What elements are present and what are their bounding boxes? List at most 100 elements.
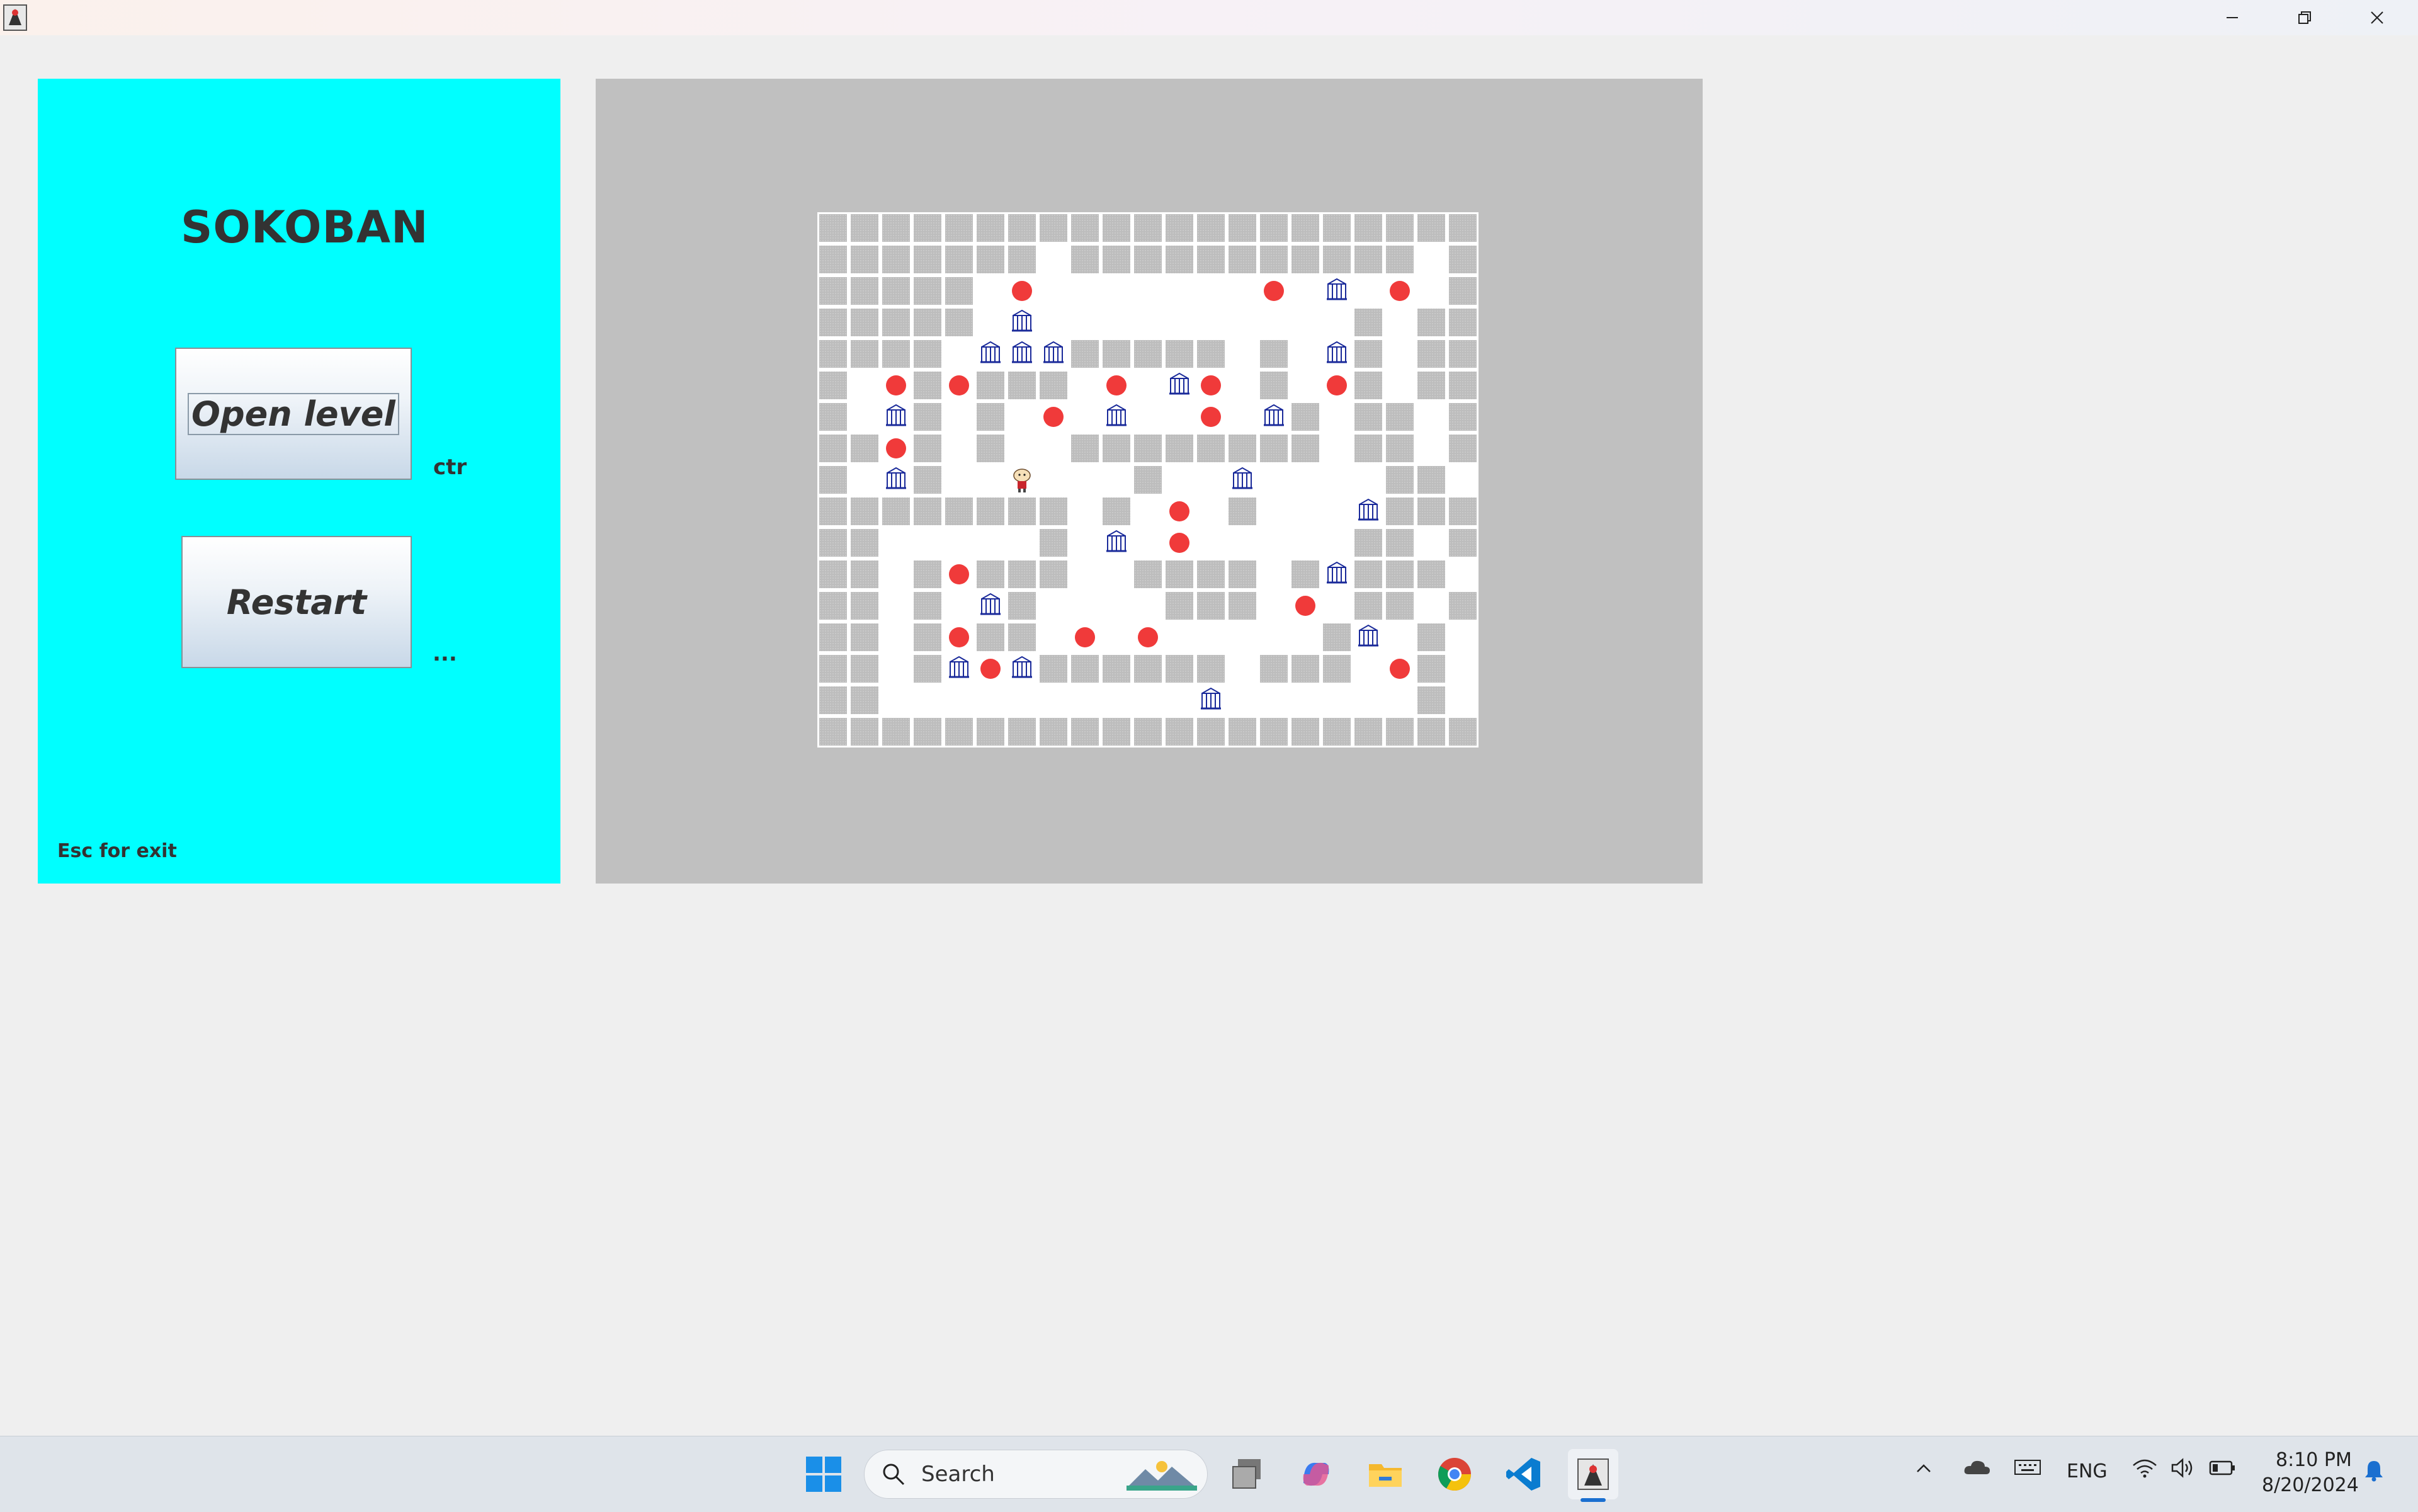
close-button[interactable] — [2342, 0, 2412, 35]
wall-tile — [1197, 435, 1225, 462]
wall-tile — [1071, 718, 1099, 746]
vscode-icon[interactable] — [1499, 1449, 1549, 1499]
game-title: SOKOBAN — [181, 202, 429, 253]
wifi-icon[interactable] — [2132, 1458, 2157, 1483]
copilot-icon[interactable] — [1291, 1449, 1341, 1499]
wall-tile — [1354, 718, 1382, 746]
file-explorer-icon[interactable] — [1360, 1449, 1410, 1499]
wall-tile — [1008, 718, 1036, 746]
wall-tile — [851, 560, 878, 588]
wall-tile — [977, 372, 1004, 399]
wall-tile — [819, 309, 847, 336]
wall-tile — [1229, 592, 1256, 620]
wall-tile — [1229, 497, 1256, 525]
wall-tile — [1386, 214, 1414, 242]
volume-icon[interactable] — [2170, 1458, 2195, 1483]
wall-tile — [819, 214, 847, 242]
sokoban-board[interactable] — [817, 212, 1479, 747]
wall-tile — [1229, 214, 1256, 242]
wall-tile — [1134, 340, 1162, 368]
search-input[interactable]: Search — [864, 1450, 1208, 1499]
restart-hint: ... — [433, 641, 457, 666]
chevron-up-icon[interactable] — [1914, 1459, 1933, 1483]
language-indicator[interactable]: ENG — [2067, 1460, 2108, 1482]
wall-tile — [1071, 655, 1099, 683]
wall-tile — [1040, 214, 1067, 242]
keyboard-icon[interactable] — [2014, 1458, 2041, 1482]
wall-tile — [1417, 372, 1445, 399]
wall-tile — [1166, 592, 1193, 620]
java-app-icon[interactable] — [1568, 1449, 1618, 1499]
wall-tile — [1071, 246, 1099, 273]
wall-tile — [1291, 214, 1319, 242]
wall-tile — [1103, 246, 1130, 273]
wall-tile — [1260, 655, 1288, 683]
minimize-button[interactable] — [2198, 0, 2267, 35]
wall-tile — [1354, 403, 1382, 431]
goal-marker — [1012, 281, 1032, 301]
wall-tile — [1449, 403, 1477, 431]
wall-tile — [1449, 340, 1477, 368]
wall-tile — [851, 214, 878, 242]
wall-tile — [1229, 560, 1256, 588]
wall-tile — [1323, 214, 1351, 242]
close-icon — [2371, 11, 2383, 24]
search-placeholder: Search — [921, 1462, 995, 1487]
wall-tile — [1417, 214, 1445, 242]
goal-marker — [1390, 659, 1410, 679]
wall-tile — [977, 623, 1004, 651]
search-icon — [883, 1464, 905, 1486]
wall-tile — [1260, 435, 1288, 462]
wall-tile — [945, 246, 973, 273]
wall-tile — [914, 466, 941, 494]
wall-tile — [1449, 718, 1477, 746]
restore-button[interactable] — [2270, 0, 2339, 35]
start-icon[interactable] — [798, 1449, 849, 1499]
wall-tile — [882, 718, 910, 746]
goal-marker — [886, 375, 906, 395]
wall-tile — [1008, 560, 1036, 588]
wall-tile — [914, 214, 941, 242]
wall-tile — [1323, 655, 1351, 683]
wall-tile — [851, 246, 878, 273]
wall-tile — [945, 497, 973, 525]
wall-tile — [851, 497, 878, 525]
wall-tile — [914, 372, 941, 399]
wall-tile — [1354, 214, 1382, 242]
notification-icon[interactable] — [2363, 1459, 2385, 1487]
restart-button[interactable]: Restart — [181, 536, 412, 668]
wall-tile — [1134, 435, 1162, 462]
wall-tile — [1008, 497, 1036, 525]
open-level-button[interactable]: Open level — [175, 348, 412, 480]
wall-tile — [1197, 655, 1225, 683]
onedrive-icon[interactable] — [1963, 1458, 1991, 1482]
wall-tile — [1197, 592, 1225, 620]
clock-date[interactable]: 8/20/2024 — [2262, 1474, 2359, 1496]
task-view-icon[interactable] — [1222, 1449, 1272, 1499]
wall-tile — [977, 403, 1004, 431]
wall-tile — [819, 560, 847, 588]
exit-hint: Esc for exit — [57, 840, 177, 862]
chrome-icon[interactable] — [1429, 1449, 1480, 1499]
window-title-bar — [0, 0, 2418, 35]
wall-tile — [1386, 529, 1414, 557]
wall-tile — [1449, 372, 1477, 399]
wall-tile — [914, 655, 941, 683]
wall-tile — [1354, 560, 1382, 588]
open-level-label: Open level — [188, 392, 399, 435]
wall-tile — [1166, 655, 1193, 683]
wall-tile — [1008, 592, 1036, 620]
wall-tile — [1008, 246, 1036, 273]
wall-tile — [1260, 718, 1288, 746]
wall-tile — [1103, 214, 1130, 242]
wall-tile — [1354, 246, 1382, 273]
wall-tile — [1166, 340, 1193, 368]
clock-time[interactable]: 8:10 PM — [2276, 1449, 2352, 1471]
goal-marker — [1169, 533, 1189, 553]
wall-tile — [1008, 214, 1036, 242]
battery-icon[interactable] — [2209, 1459, 2237, 1482]
game-panel — [596, 79, 1703, 884]
active-app-indicator — [1581, 1498, 1606, 1502]
goal-marker — [1295, 596, 1315, 616]
landscape-widget-icon — [1127, 1461, 1197, 1491]
